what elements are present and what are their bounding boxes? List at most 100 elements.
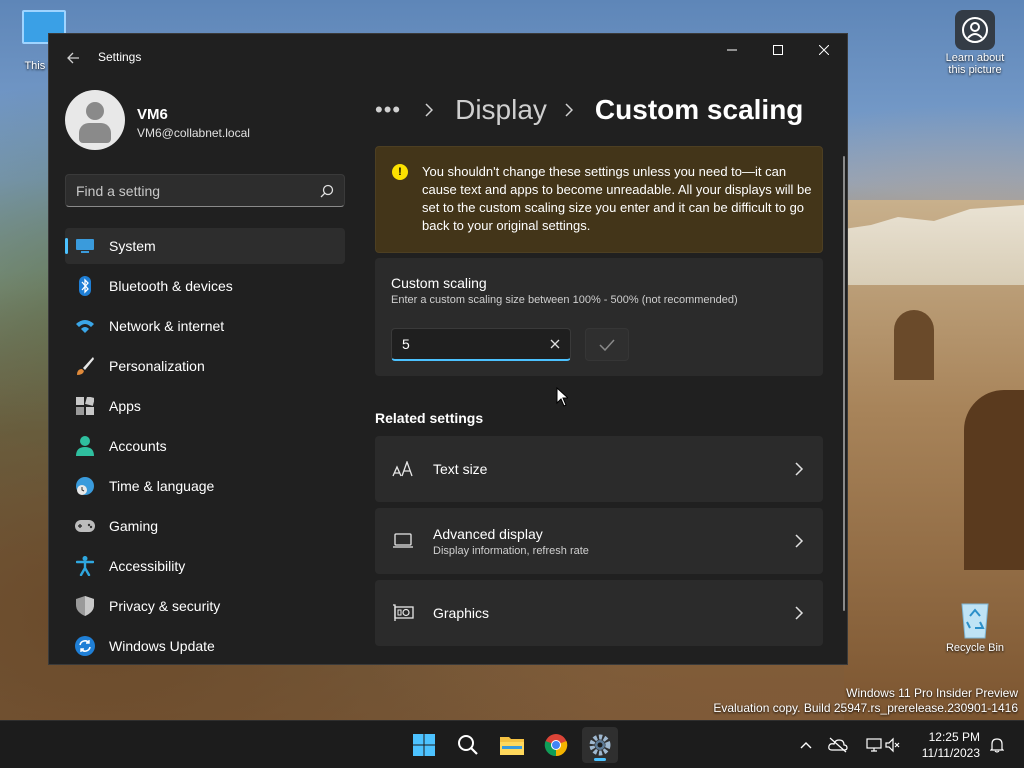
gpu-icon bbox=[391, 601, 415, 625]
sidebar-item-label: Accessibility bbox=[109, 558, 186, 574]
taskbar-clock[interactable]: 12:25 PM 11/11/2023 bbox=[922, 729, 980, 761]
custom-scaling-input[interactable] bbox=[402, 329, 542, 359]
chevron-right-icon bbox=[425, 103, 437, 117]
folder-icon bbox=[500, 737, 524, 755]
quick-settings-button[interactable] bbox=[858, 721, 906, 768]
avatar-head bbox=[86, 102, 104, 120]
avatar bbox=[65, 90, 125, 150]
warning-banner: ! You shouldn't change these settings un… bbox=[375, 146, 823, 253]
globe-clock-icon bbox=[75, 476, 95, 496]
related-item-title: Advanced display bbox=[433, 526, 543, 542]
user-profile[interactable]: VM6 VM6@collabnet.local bbox=[65, 90, 365, 152]
related-item-graphics[interactable]: Graphics bbox=[375, 580, 823, 646]
custom-scaling-card: Custom scaling Enter a custom scaling si… bbox=[375, 258, 823, 376]
sidebar-item-label: System bbox=[109, 238, 156, 254]
chevron-right-icon bbox=[565, 103, 577, 117]
chevron-right-icon bbox=[795, 462, 804, 476]
file-explorer-button[interactable] bbox=[494, 727, 530, 763]
person-icon bbox=[75, 436, 95, 456]
chrome-icon bbox=[544, 734, 568, 757]
gamepad-icon bbox=[75, 516, 95, 536]
sidebar-item-label: Personalization bbox=[109, 358, 205, 374]
close-button[interactable] bbox=[801, 34, 847, 66]
start-button[interactable] bbox=[406, 727, 442, 763]
breadcrumb-more-button[interactable]: ••• bbox=[375, 97, 401, 123]
chevron-right-icon bbox=[795, 606, 804, 620]
sidebar-item-accessibility[interactable]: Accessibility bbox=[65, 548, 345, 584]
desktop-icon-label: Recycle Bin bbox=[945, 642, 1005, 654]
watermark-line-2: Evaluation copy. Build 25947.rs_prerelea… bbox=[713, 701, 1018, 715]
text-size-icon bbox=[391, 457, 415, 481]
sidebar-item-privacy[interactable]: Privacy & security bbox=[65, 588, 345, 624]
sidebar-item-windows-update[interactable]: Windows Update bbox=[65, 628, 345, 664]
custom-scaling-field[interactable] bbox=[391, 328, 571, 361]
minimize-button[interactable] bbox=[709, 34, 755, 66]
chevron-right-icon bbox=[795, 534, 804, 548]
sidebar-item-label: Bluetooth & devices bbox=[109, 278, 233, 294]
sidebar-nav: System Bluetooth & devices Network & int… bbox=[65, 228, 345, 664]
sidebar-item-bluetooth[interactable]: Bluetooth & devices bbox=[65, 268, 345, 304]
sidebar-item-time-language[interactable]: Time & language bbox=[65, 468, 345, 504]
arrow-left-icon bbox=[67, 52, 79, 64]
desktop-icon-label: Learn about this picture bbox=[945, 52, 1005, 76]
desktop-icon-learn-about-picture[interactable]: Learn about this picture bbox=[940, 10, 1010, 76]
settings-window: Settings VM6 VM6@collabnet.local System bbox=[48, 33, 848, 665]
sidebar-item-system[interactable]: System bbox=[65, 228, 345, 264]
related-item-advanced-display[interactable]: Advanced display Display information, re… bbox=[375, 508, 823, 574]
show-hidden-icons-button[interactable] bbox=[796, 721, 816, 768]
apply-button[interactable] bbox=[585, 328, 629, 361]
network-monitor-icon bbox=[866, 738, 882, 752]
scrollbar[interactable] bbox=[843, 156, 845, 611]
breadcrumb-display-link[interactable]: Display bbox=[455, 94, 547, 126]
cloud-offline-icon bbox=[828, 737, 848, 753]
desktop-icon-recycle-bin[interactable]: Recycle Bin bbox=[940, 598, 1010, 654]
search-icon bbox=[458, 735, 478, 755]
settings-taskbar-button[interactable] bbox=[582, 727, 618, 763]
warning-text: You shouldn't change these settings unle… bbox=[422, 164, 812, 233]
sidebar-item-accounts[interactable]: Accounts bbox=[65, 428, 345, 464]
update-icon bbox=[75, 636, 95, 656]
maximize-button[interactable] bbox=[755, 34, 801, 66]
sidebar-item-apps[interactable]: Apps bbox=[65, 388, 345, 424]
related-item-text-size[interactable]: Text size bbox=[375, 436, 823, 502]
sidebar-item-label: Accounts bbox=[109, 438, 167, 454]
maximize-icon bbox=[773, 45, 783, 55]
sidebar-item-personalization[interactable]: Personalization bbox=[65, 348, 345, 384]
title-bar[interactable]: Settings bbox=[49, 34, 847, 82]
watermark-line-1: Windows 11 Pro Insider Preview bbox=[846, 686, 1018, 700]
related-item-title: Graphics bbox=[433, 605, 490, 621]
close-icon bbox=[819, 45, 829, 55]
sidebar-item-gaming[interactable]: Gaming bbox=[65, 508, 345, 544]
wallpaper-bridge-window bbox=[894, 310, 934, 380]
custom-scaling-description: Enter a custom scaling size between 100%… bbox=[391, 294, 738, 306]
search-input[interactable] bbox=[76, 175, 316, 206]
related-item-subtitle: Display information, refresh rate bbox=[433, 545, 589, 557]
notifications-button[interactable] bbox=[986, 721, 1008, 768]
sidebar-item-label: Apps bbox=[109, 398, 141, 414]
os-watermark: Windows 11 Pro Insider Preview Evaluatio… bbox=[713, 686, 1018, 716]
chrome-button[interactable] bbox=[538, 727, 574, 763]
user-name: VM6 bbox=[137, 106, 168, 123]
sidebar-item-network[interactable]: Network & internet bbox=[65, 308, 345, 344]
accessibility-icon bbox=[75, 556, 95, 576]
app-title: Settings bbox=[98, 50, 142, 64]
recycle-bin-icon bbox=[957, 598, 993, 640]
search-icon bbox=[320, 184, 334, 198]
camera-icon bbox=[955, 10, 995, 50]
onedrive-tray-button[interactable] bbox=[826, 721, 850, 768]
taskbar-search-button[interactable] bbox=[450, 727, 486, 763]
brush-icon bbox=[75, 356, 95, 376]
sidebar-item-label: Time & language bbox=[109, 478, 215, 494]
mouse-cursor-icon bbox=[556, 387, 568, 407]
custom-scaling-title: Custom scaling bbox=[391, 275, 487, 291]
search-box[interactable] bbox=[65, 174, 345, 207]
apps-icon bbox=[75, 396, 95, 416]
clear-icon[interactable] bbox=[548, 337, 562, 351]
laptop-icon bbox=[391, 529, 415, 553]
sidebar-item-label: Network & internet bbox=[109, 318, 225, 334]
warning-icon: ! bbox=[392, 164, 408, 180]
chevron-up-icon bbox=[800, 742, 812, 749]
shield-icon bbox=[75, 596, 95, 616]
taskbar: 12:25 PM 11/11/2023 bbox=[0, 720, 1024, 768]
back-button[interactable] bbox=[61, 46, 85, 70]
